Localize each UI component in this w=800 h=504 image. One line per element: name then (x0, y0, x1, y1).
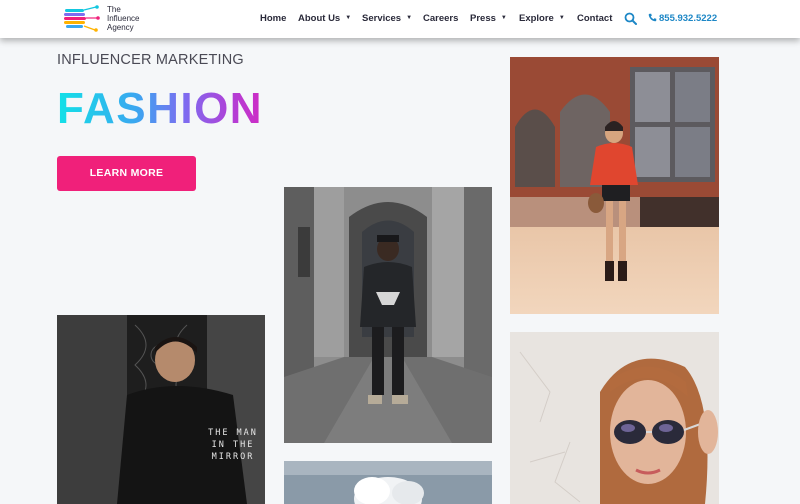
shirt-print-line: THE MAN (208, 428, 258, 438)
page: The Influence Agency Home About Us ▼ Serv… (0, 0, 800, 504)
photo-woman-sunglasses[interactable] (510, 332, 719, 504)
nav-label: Contact (577, 13, 613, 24)
nav-label: Careers (423, 13, 459, 24)
phone-number: 855.932.5222 (659, 13, 718, 24)
nav-item-contact[interactable]: Contact (577, 13, 612, 25)
photo-snow-partial[interactable] (284, 461, 492, 504)
photo-woman-red-hoodie-image (510, 57, 719, 314)
chevron-down-icon: ▼ (406, 15, 413, 22)
shirt-print: THE MAN IN THE MIRROR (205, 427, 261, 463)
nav-label: Press (470, 13, 496, 24)
nav-item-about-us[interactable]: About Us ▼ (298, 13, 351, 25)
photo-man-printed-tee[interactable]: THE MAN IN THE MIRROR (57, 315, 265, 504)
shirt-print-line: MIRROR (211, 452, 255, 462)
photo-woman-red-hoodie[interactable] (510, 57, 719, 314)
chevron-down-icon: ▼ (558, 15, 565, 22)
photo-snow-partial-image (284, 461, 492, 504)
photo-man-hallway-image (284, 187, 492, 443)
nav-item-explore[interactable]: Explore ▼ (519, 13, 565, 25)
nav-label: Services (362, 13, 402, 24)
hero-kicker: INFLUENCER MARKETING (57, 52, 244, 68)
photo-woman-sunglasses-image (510, 332, 719, 504)
photo-man-printed-tee-image (57, 315, 265, 504)
learn-more-button[interactable]: LEARN MORE (57, 156, 196, 191)
nav-item-home[interactable]: Home (260, 13, 286, 25)
nav-label: Explore (519, 13, 554, 24)
nav-item-services[interactable]: Services ▼ (362, 13, 412, 25)
nav-item-press[interactable]: Press ▼ (470, 13, 507, 25)
phone-icon (648, 13, 657, 22)
nav-label: About Us (298, 13, 341, 24)
main-nav: Home About Us ▼ Services ▼ Careers Press ▼ … (0, 0, 800, 38)
phone-link[interactable]: 855.932.5222 (648, 13, 717, 25)
shirt-print-line: IN THE (211, 440, 255, 450)
hero-headline: FASHION (57, 84, 264, 133)
nav-label: Home (260, 13, 287, 24)
search-icon (624, 12, 637, 25)
chevron-down-icon: ▼ (345, 15, 352, 22)
chevron-down-icon: ▼ (500, 15, 507, 22)
site-header: The Influence Agency Home About Us ▼ Serv… (0, 0, 800, 38)
search-button[interactable] (624, 12, 637, 25)
nav-item-careers[interactable]: Careers (423, 13, 458, 25)
photo-man-hallway[interactable] (284, 187, 492, 443)
